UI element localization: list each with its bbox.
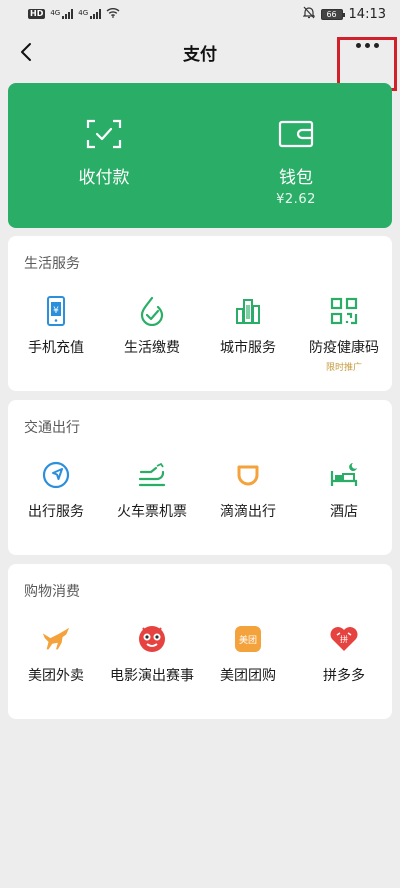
item-label: 电影演出赛事 [110,668,194,684]
scan-qr-icon [86,119,122,149]
wallet-label: 钱包 [279,168,313,188]
item-label: 生活缴费 [124,340,180,356]
movie-show-icon [137,624,167,654]
section-title: 生活服务 [24,256,80,272]
chevron-left-icon [21,43,31,61]
clock: 14:13 [348,6,386,22]
more-icon [355,43,379,48]
meituan-delivery-item[interactable]: 美团外卖 [8,624,104,685]
status-bar: HD 4G 4G 66 14:13 [0,0,400,28]
section-title: 购物消费 [24,584,80,600]
item-label: 手机充值 [28,340,84,356]
item-label: 火车票机票 [117,504,187,520]
receive-pay-button[interactable]: 收付款 [8,83,200,228]
wallet-icon [278,120,314,148]
battery-icon: 66 [320,8,345,20]
shopping-section: 购物消费 美团外卖 电影演出赛事 美团 美团团购 拼 拼多多 [8,564,392,719]
item-label: 酒店 [330,504,358,520]
travel-service-item[interactable]: 出行服务 [8,460,104,521]
nav-bar: 支付 [0,28,400,91]
wallet-button[interactable]: 钱包 ¥2.62 [200,83,392,228]
travel-service-icon [41,460,71,490]
svg-text:拼: 拼 [340,634,348,644]
movie-show-item[interactable]: 电影演出赛事 [104,624,200,685]
svg-text:¥: ¥ [53,306,59,316]
signal-icon: 4G [50,9,74,19]
wifi-icon [106,7,120,21]
health-code-icon [329,296,359,326]
wallet-balance: ¥2.62 [276,192,316,207]
train-plane-ticket-item[interactable]: 火车票机票 [104,460,200,521]
page-title: 支付 [183,44,217,65]
city-service-icon [233,296,263,326]
svg-text:美团: 美团 [239,634,257,646]
hd-indicator: HD [28,9,46,19]
didi-icon [233,460,263,490]
mute-bell-icon [302,6,315,22]
city-service-item[interactable]: 城市服务 [200,296,296,373]
utility-payment-icon [137,296,167,326]
item-label: 防疫健康码 [309,340,379,356]
item-label: 出行服务 [28,504,84,520]
section-title: 交通出行 [24,420,80,436]
pay-card: 收付款 钱包 ¥2.62 [8,83,392,228]
item-label: 美团外卖 [28,668,84,684]
meituan-group-buy-icon: 美团 [233,624,263,654]
utility-payment-item[interactable]: 生活缴费 [104,296,200,373]
train-plane-ticket-icon [137,460,167,490]
pinduoduo-item[interactable]: 拼 拼多多 [296,624,392,685]
meituan-group-buy-item[interactable]: 美团 美团团购 [200,624,296,685]
pinduoduo-icon: 拼 [329,624,359,654]
item-label: 滴滴出行 [220,504,276,520]
life-services-section: 生活服务 ¥ 手机充值 生活缴费 城市服务 防疫健康码 限时推广 [8,236,392,391]
item-label: 拼多多 [323,668,365,684]
hotel-icon [329,460,359,490]
hotel-item[interactable]: 酒店 [296,460,392,521]
meituan-delivery-icon [41,624,71,654]
travel-section: 交通出行 出行服务 火车票机票 滴滴出行 酒店 [8,400,392,555]
health-code-item[interactable]: 防疫健康码 限时推广 [296,296,392,373]
phone-recharge-item[interactable]: ¥ 手机充值 [8,296,104,373]
item-label: 城市服务 [220,340,276,356]
signal-icon-2: 4G [78,9,102,19]
phone-recharge-icon: ¥ [41,296,71,326]
receive-pay-label: 收付款 [78,168,130,188]
promo-tag: 限时推广 [325,363,362,373]
didi-item[interactable]: 滴滴出行 [200,460,296,521]
back-button[interactable] [10,36,42,68]
item-label: 美团团购 [220,668,276,684]
